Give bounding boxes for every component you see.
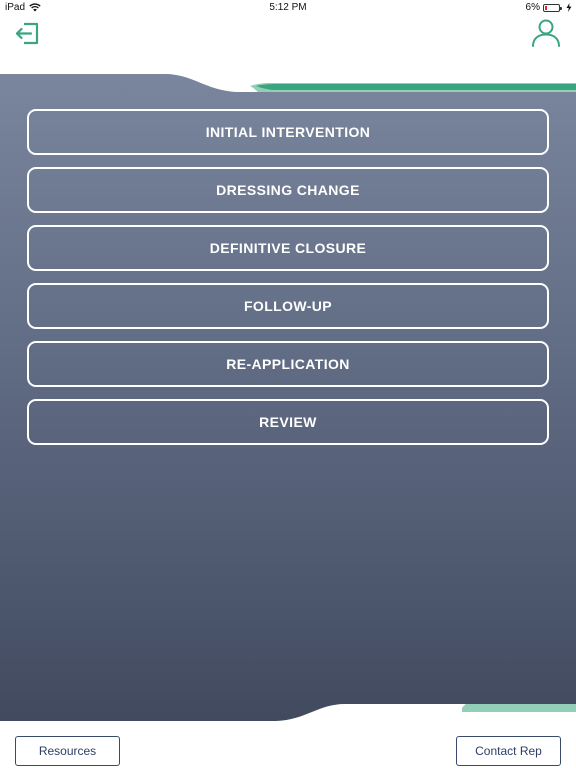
status-bar: iPad 5:12 PM 6%	[0, 0, 576, 16]
follow-up-button[interactable]: FOLLOW-UP	[27, 283, 549, 329]
review-button[interactable]: REVIEW	[27, 399, 549, 445]
battery-percent: 6%	[525, 2, 540, 13]
procedure-menu: INITIAL INTERVENTION DRESSING CHANGE DEF…	[27, 109, 549, 457]
contact-rep-button[interactable]: Contact Rep	[456, 736, 561, 766]
user-profile-icon[interactable]	[530, 18, 562, 48]
definitive-closure-button[interactable]: DEFINITIVE CLOSURE	[27, 225, 549, 271]
battery-icon	[543, 3, 562, 12]
dressing-change-button[interactable]: DRESSING CHANGE	[27, 167, 549, 213]
status-right: 6%	[526, 2, 572, 13]
charging-bolt-icon	[566, 3, 572, 12]
re-application-button[interactable]: RE-APPLICATION	[27, 341, 549, 387]
resources-button[interactable]: Resources	[15, 736, 120, 766]
status-time: 5:12 PM	[269, 2, 307, 13]
logout-icon[interactable]	[13, 19, 41, 47]
initial-intervention-button[interactable]: INITIAL INTERVENTION	[27, 109, 549, 155]
